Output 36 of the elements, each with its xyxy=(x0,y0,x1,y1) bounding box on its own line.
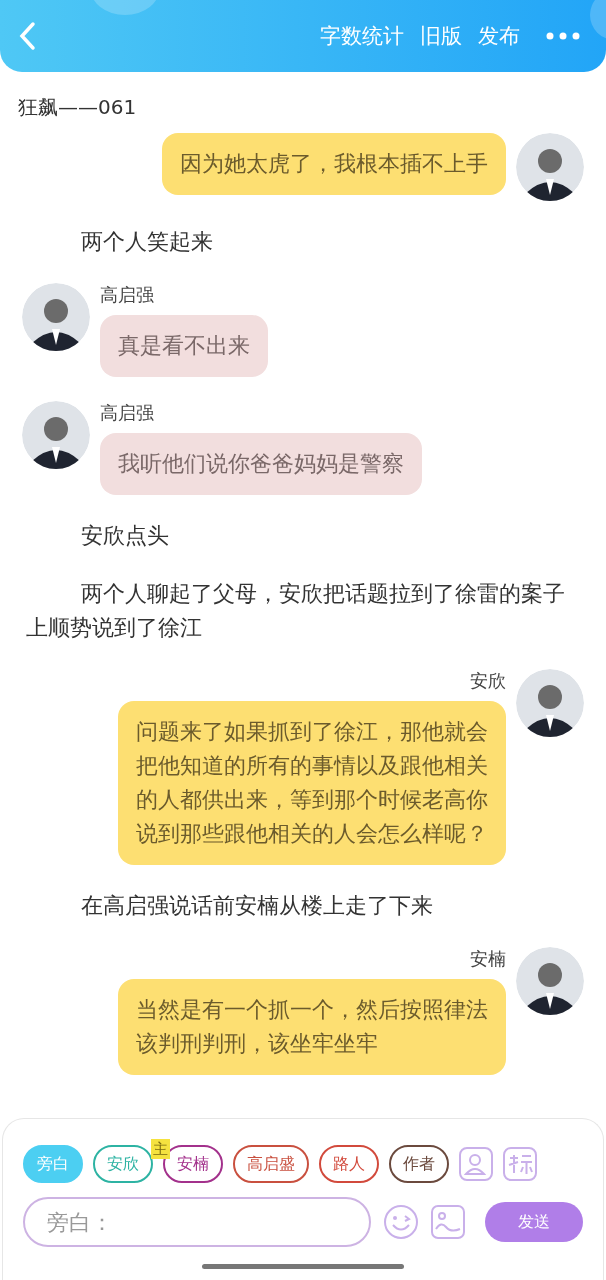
image-icon[interactable] xyxy=(431,1205,466,1239)
speaker-name: 高启强 xyxy=(100,283,154,307)
message-bubble: 问题来了如果抓到了徐江，那他就会把他知道的所有的事情以及跟他相关的人都供出来，等到那个时候老高你说到那些跟他相关的人会怎么样呢？ xyxy=(118,701,506,865)
speaker-name: 安欣 xyxy=(470,669,506,693)
narration-text: 两个人笑起来 xyxy=(80,228,214,256)
narration-text: 安欣点头 xyxy=(80,522,170,550)
avatar[interactable] xyxy=(22,401,90,469)
send-button[interactable]: 发送 xyxy=(485,1202,583,1242)
message-bubble: 我听他们说你爸爸妈妈是警察 xyxy=(100,433,422,495)
narration-text: 两个人聊起了父母，安欣把话题拉到了徐雷的案子上顺势说到了徐江 xyxy=(25,580,566,642)
message-bubble: 当然是有一个抓一个，然后按照律法该判刑判刑，该坐牢坐牢 xyxy=(118,979,506,1075)
emoji-icon[interactable] xyxy=(383,1204,420,1240)
speaker-name: 安楠 xyxy=(470,947,506,971)
avatar[interactable] xyxy=(516,947,584,1015)
avatar[interactable] xyxy=(22,283,90,351)
person-icon[interactable] xyxy=(459,1147,493,1181)
avatar[interactable] xyxy=(516,133,584,201)
role-chip[interactable]: 高启盛 xyxy=(233,1145,309,1183)
role-chip[interactable]: 安欣 xyxy=(93,1145,153,1183)
header-action[interactable]: 发布 xyxy=(478,22,520,50)
narration-text: 在高启强说话前安楠从楼上走了下来 xyxy=(80,892,434,920)
back-icon[interactable] xyxy=(18,21,36,51)
role-chip[interactable]: 作者 xyxy=(389,1145,449,1183)
header-action[interactable]: 旧版 xyxy=(420,22,462,50)
speaker-name: 高启强 xyxy=(100,401,154,425)
role-chip[interactable]: 路人 xyxy=(319,1145,379,1183)
main-badge: 主 xyxy=(151,1139,170,1159)
avatar[interactable] xyxy=(516,669,584,737)
text-input[interactable]: 旁白： xyxy=(23,1197,372,1247)
role-chip[interactable]: 旁白 xyxy=(23,1145,83,1183)
chapter-title: 狂飙——061 xyxy=(18,95,137,119)
message-bubble: 真是看不出来 xyxy=(100,315,268,377)
tag-icon[interactable] xyxy=(503,1147,537,1181)
header-action[interactable]: 字数统计 xyxy=(320,22,404,50)
more-icon[interactable] xyxy=(546,32,580,40)
message-bubble: 因为她太虎了，我根本插不上手 xyxy=(162,133,506,195)
